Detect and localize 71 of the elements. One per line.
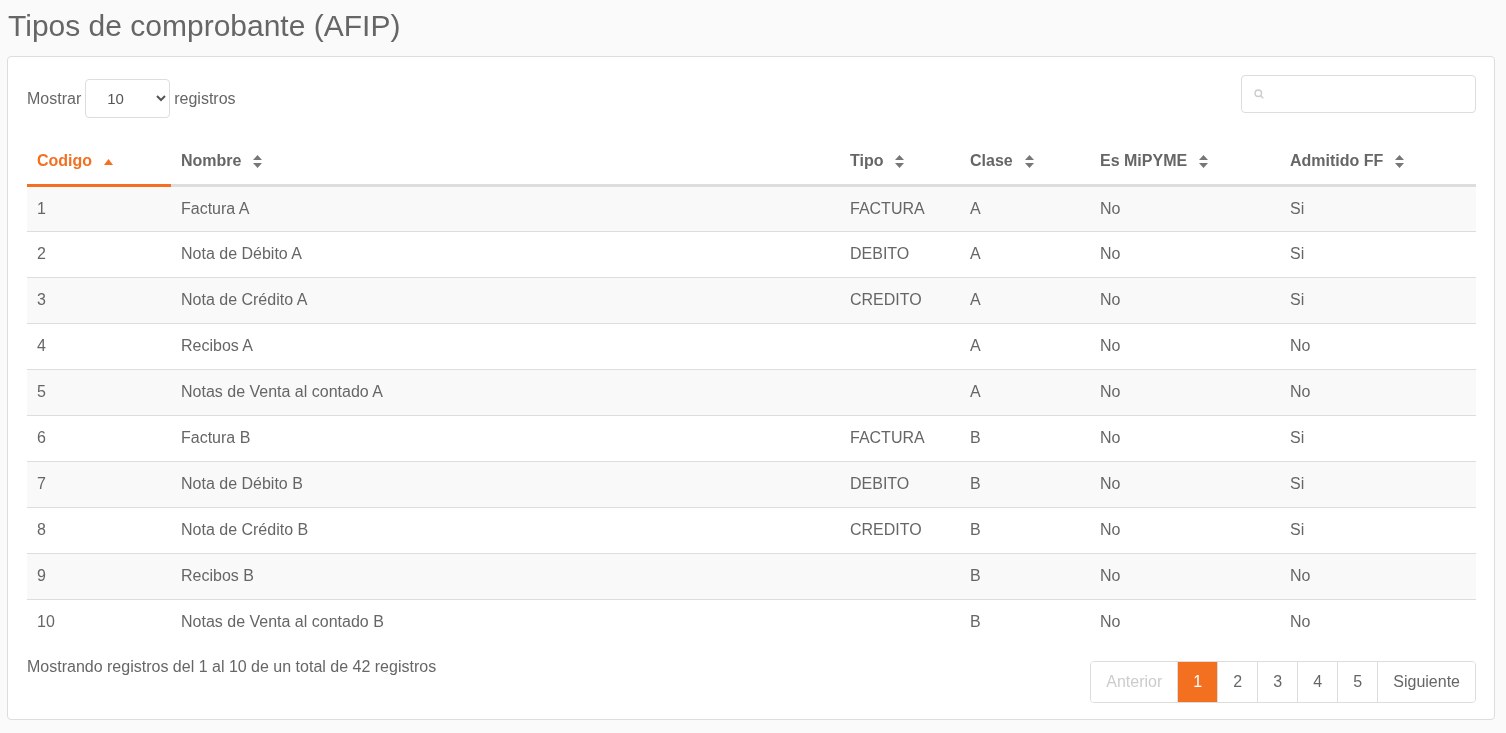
table-cell: Notas de Venta al contado B bbox=[181, 613, 384, 631]
table-cell: Factura B bbox=[181, 429, 251, 446]
table-cell: DEBITO bbox=[850, 475, 910, 492]
table-cell: No bbox=[1290, 613, 1311, 631]
table-cell: No bbox=[1100, 337, 1121, 354]
table-cell: 3 bbox=[37, 291, 46, 308]
table-cell: Notas de Venta al contado A bbox=[181, 383, 383, 400]
table-cell: Si bbox=[1290, 199, 1305, 217]
table-cell: No bbox=[1100, 383, 1121, 400]
page-title: Tipos de comprobante (AFIP) bbox=[8, 8, 402, 44]
table-cell: B bbox=[970, 429, 981, 446]
sort-ascending-icon bbox=[104, 158, 114, 165]
table-cell: No bbox=[1100, 475, 1121, 492]
table-cell: 1 bbox=[37, 199, 46, 217]
table-cell: A bbox=[970, 291, 981, 308]
table-cell: 2 bbox=[37, 245, 46, 262]
table-cell: Si bbox=[1290, 429, 1305, 446]
table-cell: A bbox=[970, 383, 981, 400]
table-cell: Nota de Débito A bbox=[181, 245, 302, 262]
pagination-button[interactable]: Siguiente bbox=[1377, 662, 1475, 702]
length-label: Mostrar bbox=[27, 88, 82, 109]
table-cell: No bbox=[1290, 337, 1311, 354]
table-cell: A bbox=[970, 245, 981, 262]
table-cell: No bbox=[1100, 429, 1121, 446]
records-info: Mostrando registros del 1 al 10 de un total de 42 registros bbox=[27, 657, 437, 677]
table-cell: No bbox=[1100, 567, 1121, 584]
table-cell: B bbox=[970, 613, 981, 631]
table-cell: 5 bbox=[37, 383, 46, 400]
table-cell: A bbox=[970, 199, 981, 217]
sort-icon bbox=[1199, 155, 1209, 168]
table-cell: FACTURA bbox=[850, 429, 925, 446]
table-cell: No bbox=[1100, 199, 1121, 217]
table-cell: Nota de Crédito B bbox=[181, 521, 309, 538]
table-cell: Si bbox=[1290, 475, 1305, 492]
table-cell: No bbox=[1100, 245, 1121, 262]
table-cell: 4 bbox=[37, 337, 46, 354]
table-cell: Nota de Débito B bbox=[181, 475, 303, 492]
table-cell: B bbox=[970, 567, 981, 584]
page-length-select[interactable]: 10 bbox=[85, 79, 171, 118]
table-cell: CREDITO bbox=[850, 521, 922, 538]
table-cell: Si bbox=[1290, 245, 1305, 262]
table-cell: FACTURA bbox=[850, 199, 925, 217]
table-cell: Si bbox=[1290, 291, 1305, 308]
length-label: registros bbox=[174, 88, 236, 109]
search-icon bbox=[1254, 86, 1264, 102]
sort-icon bbox=[1395, 155, 1405, 168]
table-cell: B bbox=[970, 475, 981, 492]
table-cell: DEBITO bbox=[850, 245, 910, 262]
sort-icon bbox=[253, 155, 263, 168]
sort-icon bbox=[895, 155, 905, 168]
table-cell: Recibos A bbox=[181, 337, 254, 354]
table-cell: 6 bbox=[37, 429, 46, 446]
sort-icon bbox=[1024, 155, 1034, 168]
table-cell: B bbox=[970, 521, 981, 538]
table-cell: No bbox=[1100, 291, 1121, 308]
table-cell: No bbox=[1100, 613, 1121, 631]
table-cell: No bbox=[1100, 521, 1121, 538]
table-cell: Factura A bbox=[181, 199, 250, 217]
table-cell: 10 bbox=[37, 613, 55, 631]
search-field[interactable] bbox=[1241, 75, 1476, 113]
table-cell: Recibos B bbox=[181, 567, 254, 584]
table-cell: 8 bbox=[37, 521, 46, 538]
table-cell: No bbox=[1290, 383, 1311, 400]
table-cell: Si bbox=[1290, 521, 1305, 538]
table-cell: A bbox=[970, 337, 981, 354]
table-cell: No bbox=[1290, 567, 1311, 584]
table-cell: 7 bbox=[37, 475, 46, 492]
table-cell: 9 bbox=[37, 567, 46, 584]
table-cell: Nota de Crédito A bbox=[181, 291, 308, 308]
table-cell: CREDITO bbox=[850, 291, 922, 308]
pagination-button[interactable]: 1 bbox=[1177, 662, 1218, 702]
